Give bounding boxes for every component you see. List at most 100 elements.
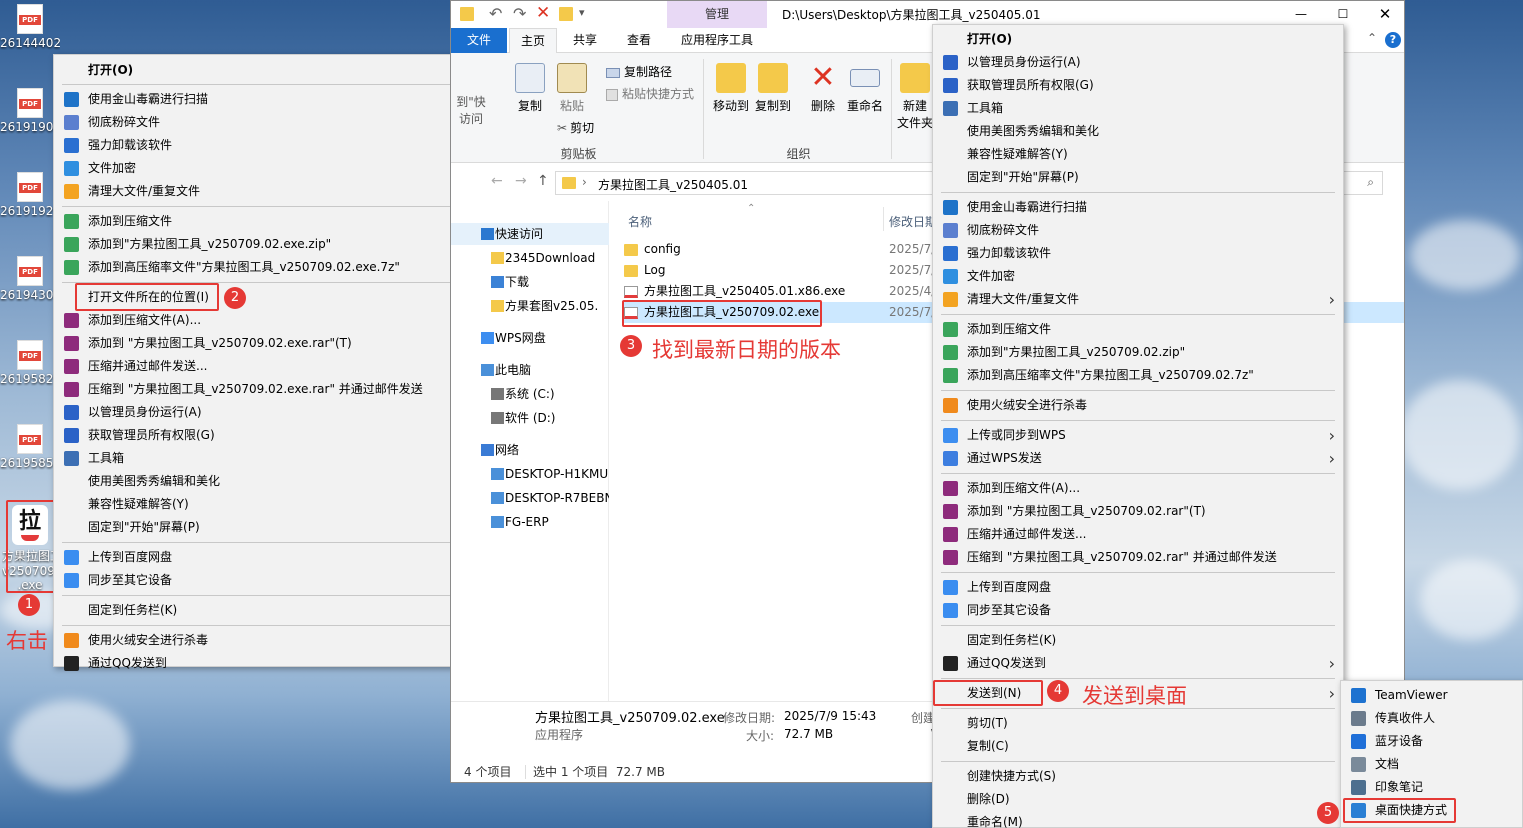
left-menu-item[interactable]: 添加到压缩文件(A)... [54, 309, 487, 332]
nav-item[interactable]: DESKTOP-H1KMU [451, 463, 609, 485]
left-menu-item[interactable]: 彻底粉碎文件 [54, 111, 487, 134]
left-menu-item[interactable]: 使用金山毒霸进行扫描 [54, 88, 487, 111]
file-row[interactable]: config 2025/7/ [624, 239, 935, 260]
manage-context-tab[interactable]: 管理 [667, 1, 767, 28]
right-menu-item[interactable]: 压缩并通过邮件发送... [933, 523, 1343, 546]
search-icon[interactable]: ⌕ [1367, 175, 1374, 190]
tab-file[interactable]: 文件 [451, 28, 507, 53]
nav-item[interactable]: 软件 (D:) [451, 407, 609, 429]
new-folder-quick-icon[interactable] [559, 7, 573, 21]
left-menu-item[interactable]: 上传到百度网盘 [54, 546, 487, 569]
nav-item[interactable]: 2345Download [451, 247, 609, 269]
left-menu-item[interactable]: 添加到 "方果拉图工具_v250709.02.exe.rar"(T) [54, 332, 487, 355]
help-icon[interactable]: ? [1385, 32, 1401, 48]
undo-icon[interactable]: ↶ [489, 4, 502, 23]
nav-item[interactable]: 快速访问 [451, 223, 609, 245]
pin-quick-access-button[interactable]: 到"快 访问 [451, 93, 491, 127]
forward-icon[interactable]: → [515, 173, 527, 189]
new-folder-button[interactable]: 新建 文件夹 [897, 63, 933, 131]
right-menu-item[interactable]: 剪切(T) [933, 712, 1343, 735]
right-menu-item[interactable]: 以管理员身份运行(A) [933, 51, 1343, 74]
nav-item[interactable]: 系统 (C:) [451, 383, 609, 405]
left-menu-item[interactable]: 兼容性疑难解答(Y) [54, 493, 487, 516]
column-header-name[interactable]: 名称 [628, 213, 652, 230]
move-to-button[interactable]: 移动到 [711, 63, 751, 114]
file-row[interactable]: Log 2025/7/ [624, 260, 935, 281]
right-menu-item[interactable]: 添加到高压缩率文件"方果拉图工具_v250709.02.7z" [933, 364, 1343, 387]
left-menu-item[interactable]: 获取管理员所有权限(G) [54, 424, 487, 447]
right-menu-item[interactable]: 添加到 "方果拉图工具_v250709.02.rar"(T) [933, 500, 1343, 523]
desktop-pdf-file[interactable]: 26191904 [0, 88, 60, 134]
nav-item[interactable]: FG-ERP [451, 511, 609, 533]
left-menu-item[interactable]: 同步至其它设备 [54, 569, 487, 592]
send-to-item[interactable]: 蓝牙设备 [1341, 730, 1522, 753]
right-menu-item[interactable]: 固定到"开始"屏幕(P) [933, 166, 1343, 189]
desktop-pdf-file[interactable]: 26195828 [0, 340, 60, 386]
tab-share[interactable]: 共享 [561, 28, 609, 53]
desktop-pdf-file[interactable]: 26195854 [0, 424, 60, 470]
file-row[interactable]: 方果拉图工具_v250405.01.x86.exe 2025/4/ [624, 281, 935, 302]
left-menu-item[interactable]: 工具箱 [54, 447, 487, 470]
delete-quick-icon[interactable]: ✕ [536, 3, 550, 23]
up-icon[interactable]: ↑ [537, 173, 549, 189]
customize-quick-icon[interactable]: ▾ [579, 6, 585, 19]
desktop-pdf-file[interactable]: 26144402... [0, 4, 60, 50]
send-to-item[interactable]: 印象笔记 [1341, 776, 1522, 799]
right-menu-item[interactable]: 彻底粉碎文件 [933, 219, 1343, 242]
tab-app-tools[interactable]: 应用程序工具 [669, 28, 765, 53]
right-menu-item[interactable]: 使用美图秀秀编辑和美化 [933, 120, 1343, 143]
left-menu-item[interactable]: 压缩到 "方果拉图工具_v250709.02.exe.rar" 并通过邮件发送 [54, 378, 487, 401]
delete-button[interactable]: ✕ 删除 [803, 63, 843, 114]
right-menu-item[interactable]: 通过WPS发送 › [933, 447, 1343, 470]
column-header-date[interactable]: 修改日期 [889, 213, 937, 230]
send-to-item[interactable]: TeamViewer [1341, 684, 1522, 707]
right-menu-item[interactable]: 使用火绒安全进行杀毒 [933, 394, 1343, 417]
right-menu-item[interactable]: 压缩到 "方果拉图工具_v250709.02.rar" 并通过邮件发送 [933, 546, 1343, 569]
left-menu-item[interactable]: 以管理员身份运行(A) [54, 401, 487, 424]
right-menu-item[interactable]: 强力卸载该软件 [933, 242, 1343, 265]
left-menu-item[interactable]: 添加到"方果拉图工具_v250709.02.exe.zip" [54, 233, 487, 256]
send-to-item[interactable]: 传真收件人 [1341, 707, 1522, 730]
right-menu-item[interactable]: 创建快捷方式(S) [933, 765, 1343, 788]
left-menu-item[interactable]: 添加到高压缩率文件"方果拉图工具_v250709.02.exe.7z" [54, 256, 487, 279]
nav-item[interactable]: 方果套图v25.05. [451, 295, 609, 317]
left-menu-item[interactable]: 固定到任务栏(K) [54, 599, 487, 622]
left-menu-item[interactable]: 打开(O) [54, 59, 487, 82]
collapse-ribbon-icon[interactable]: ⌃ [1367, 31, 1377, 45]
left-menu-item[interactable]: 清理大文件/重复文件› [54, 180, 487, 203]
right-menu-item[interactable]: 获取管理员所有权限(G) [933, 74, 1343, 97]
back-icon[interactable]: ← [491, 173, 503, 189]
nav-item[interactable]: WPS网盘 [451, 327, 609, 349]
nav-item[interactable]: DESKTOP-R7BEBN [451, 487, 609, 509]
right-menu-item[interactable]: 上传到百度网盘 [933, 576, 1343, 599]
right-menu-item[interactable]: 添加到压缩文件(A)... [933, 477, 1343, 500]
right-menu-item[interactable]: 使用金山毒霸进行扫描 [933, 196, 1343, 219]
left-menu-item[interactable]: 使用美图秀秀编辑和美化 [54, 470, 487, 493]
rename-button[interactable]: 重命名 [843, 63, 887, 114]
paste-shortcut-button[interactable]: 粘贴快捷方式 [606, 85, 694, 102]
left-menu-item[interactable]: 使用火绒安全进行杀毒 [54, 629, 487, 652]
right-menu-item[interactable]: 文件加密 [933, 265, 1343, 288]
right-menu-item[interactable]: 复制(C) [933, 735, 1343, 758]
right-menu-item[interactable]: 工具箱 [933, 97, 1343, 120]
send-to-item[interactable]: 文档 [1341, 753, 1522, 776]
tab-view[interactable]: 查看 [615, 28, 663, 53]
copy-to-button[interactable]: 复制到 [753, 63, 793, 114]
copy-path-button[interactable]: 复制路径 [606, 63, 672, 80]
desktop-pdf-file[interactable]: 26194304 [0, 256, 60, 302]
left-menu-item[interactable]: 强力卸载该软件 [54, 134, 487, 157]
close-icon[interactable]: ✕ [1365, 1, 1405, 28]
desktop-pdf-file[interactable]: 26191929 [0, 172, 60, 218]
right-menu-item[interactable]: 添加到"方果拉图工具_v250709.02.zip" [933, 341, 1343, 364]
redo-icon[interactable]: ↷ [513, 4, 526, 23]
right-menu-item[interactable]: 通过QQ发送到 › [933, 652, 1343, 675]
copy-button[interactable]: 复制 [513, 63, 547, 114]
right-menu-item[interactable]: 固定到任务栏(K) [933, 629, 1343, 652]
right-menu-item[interactable]: 删除(D) [933, 788, 1343, 811]
right-menu-item[interactable]: 清理大文件/重复文件 › [933, 288, 1343, 311]
right-menu-item[interactable]: 兼容性疑难解答(Y) [933, 143, 1343, 166]
nav-item[interactable]: 网络 [451, 439, 609, 461]
paste-button[interactable]: 粘贴 [555, 63, 589, 114]
left-menu-item[interactable]: 添加到压缩文件 [54, 210, 487, 233]
right-menu-item[interactable]: 上传或同步到WPS › [933, 424, 1343, 447]
